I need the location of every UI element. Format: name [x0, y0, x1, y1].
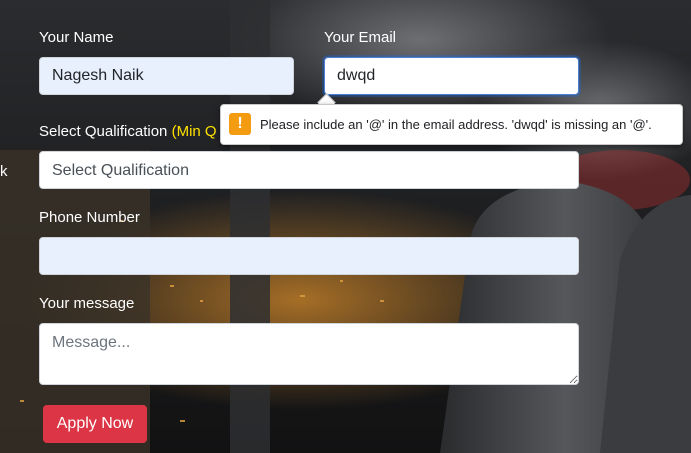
- qualification-label: Select Qualification (Min Q: [39, 123, 217, 141]
- phone-input[interactable]: [39, 237, 579, 275]
- phone-label: Phone Number: [39, 209, 140, 226]
- qualification-select[interactable]: Select Qualification: [39, 151, 579, 189]
- left-edge-text: k: [0, 163, 8, 180]
- qualification-label-text: Select Qualification: [39, 123, 168, 140]
- message-textarea[interactable]: [39, 323, 579, 385]
- email-input[interactable]: [324, 57, 579, 95]
- email-label: Your Email: [324, 29, 396, 46]
- apply-now-button[interactable]: Apply Now: [43, 405, 147, 443]
- name-label: Your Name: [39, 29, 114, 46]
- warning-icon: !: [229, 113, 251, 135]
- validation-tooltip: ! Please include an '@' in the email add…: [220, 104, 683, 145]
- qualification-hint: (Min Q: [171, 123, 217, 140]
- name-input[interactable]: [39, 57, 294, 95]
- validation-message: Please include an '@' in the email addre…: [260, 117, 652, 132]
- message-label: Your message: [39, 295, 135, 312]
